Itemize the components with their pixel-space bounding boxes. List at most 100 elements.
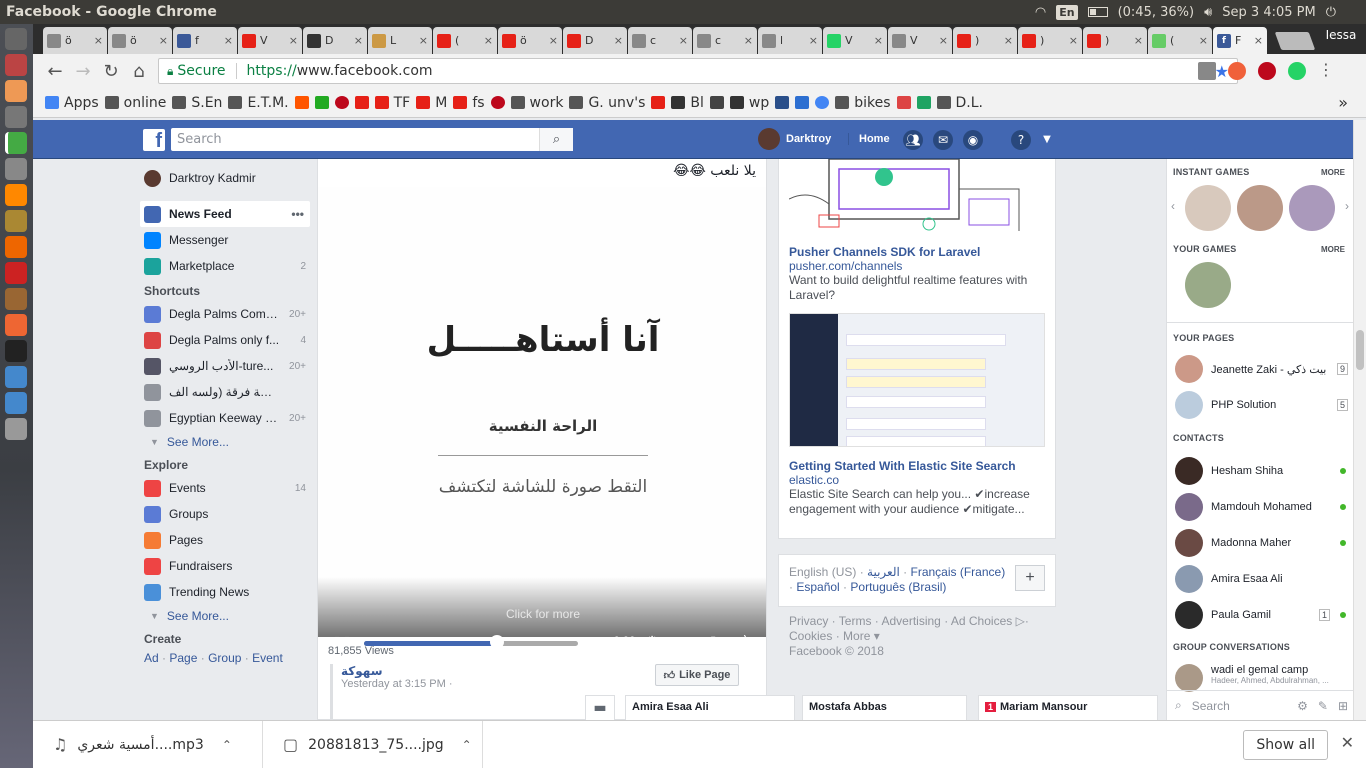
bookmark-folder[interactable]: S.En bbox=[172, 95, 222, 111]
create-link[interactable]: Ad bbox=[144, 651, 159, 665]
bookmark-folder[interactable]: D.L. bbox=[936, 95, 983, 111]
profile-link[interactable]: Darktroy Kadmir bbox=[140, 165, 310, 191]
pip-icon[interactable]: ▣ bbox=[674, 634, 690, 650]
vlc-icon[interactable] bbox=[5, 184, 27, 206]
input-language[interactable]: En bbox=[1056, 4, 1078, 20]
ad-item[interactable]: Pusher Channels SDK for Laravel pusher.c… bbox=[789, 245, 1045, 303]
close-tab-icon[interactable]: × bbox=[1134, 34, 1143, 47]
contact-item[interactable]: Madonna Maher bbox=[1175, 529, 1350, 557]
progress-handle[interactable] bbox=[489, 635, 504, 649]
page-item[interactable]: PHP Solution 5 bbox=[1175, 391, 1350, 419]
nav-item[interactable]: Marketplace 2 bbox=[140, 253, 310, 279]
battery-icon[interactable] bbox=[1087, 7, 1108, 17]
chat-tab[interactable]: Amira Esaa Ali bbox=[625, 695, 795, 720]
page-item[interactable]: Jeanette Zaki - بيت ذكي 9 bbox=[1175, 355, 1350, 383]
see-more-shortcuts[interactable]: ▼ See More... bbox=[140, 431, 310, 453]
footer-link[interactable]: Terms bbox=[839, 614, 872, 628]
launcher-app-icon[interactable] bbox=[5, 236, 27, 258]
bookmark-folder[interactable]: E.T.M. bbox=[228, 95, 289, 111]
nav-item[interactable]: Pages bbox=[140, 527, 310, 553]
ad-image[interactable] bbox=[789, 159, 1045, 235]
browser-tab[interactable]: (× bbox=[1148, 27, 1212, 54]
wifi-icon[interactable]: ◠ bbox=[1035, 5, 1046, 20]
close-tab-icon[interactable]: × bbox=[484, 34, 493, 47]
page-scrollbar[interactable] bbox=[1353, 120, 1366, 720]
chrome-icon[interactable] bbox=[5, 132, 27, 154]
friend-requests-icon[interactable]: 👥︎ bbox=[903, 130, 923, 150]
settings-gear-icon[interactable]: ⚙ bbox=[1297, 699, 1308, 713]
fullscreen-icon[interactable]: ⤢ bbox=[702, 634, 718, 650]
forward-button[interactable]: → bbox=[69, 57, 97, 85]
clock[interactable]: Sep 3 4:05 PM bbox=[1222, 5, 1315, 20]
browser-tab[interactable]: ) × bbox=[953, 27, 1017, 54]
browser-tab[interactable]: D × bbox=[563, 27, 627, 54]
chat-tab[interactable]: Mostafa Abbas bbox=[802, 695, 967, 720]
chat-bubble-icon[interactable]: ▬ bbox=[585, 695, 615, 720]
launcher-app-icon[interactable] bbox=[5, 106, 27, 128]
close-tab-icon[interactable]: × bbox=[159, 34, 168, 47]
close-tab-icon[interactable]: × bbox=[419, 34, 428, 47]
launcher-app-icon[interactable] bbox=[5, 366, 27, 388]
bookmark-yt[interactable]: M bbox=[416, 95, 447, 111]
language-link[interactable]: Français (France) bbox=[911, 565, 1006, 579]
whatsapp-icon[interactable] bbox=[1288, 62, 1306, 80]
bookmark-soundcloud[interactable] bbox=[294, 96, 309, 109]
browser-tab[interactable]: V × bbox=[823, 27, 887, 54]
launcher-app-icon[interactable] bbox=[5, 158, 27, 180]
new-tab-button[interactable] bbox=[1274, 32, 1316, 50]
your-games-more[interactable]: MORE bbox=[1321, 245, 1345, 254]
close-tab-icon[interactable]: × bbox=[1199, 34, 1208, 47]
bookmark-dl[interactable] bbox=[709, 96, 724, 109]
bookmark-yt[interactable]: fs bbox=[453, 95, 485, 111]
browser-tab[interactable]: ö × bbox=[108, 27, 172, 54]
launcher-app-icon[interactable] bbox=[5, 314, 27, 336]
bookmark-cloud[interactable] bbox=[795, 96, 810, 109]
nav-item[interactable]: Degla Palms only f... 4 bbox=[140, 327, 310, 353]
fb-profile-link[interactable]: Darktroy bbox=[758, 128, 831, 150]
video-progress-bar[interactable] bbox=[364, 641, 578, 646]
settings-gear-icon[interactable]: ⚙ bbox=[644, 634, 660, 650]
bookmark-folder[interactable]: bikes bbox=[835, 95, 891, 111]
power-icon[interactable]: ⏻ bbox=[1326, 5, 1336, 20]
game-avatar[interactable] bbox=[1185, 185, 1231, 231]
launcher-app-icon[interactable] bbox=[5, 80, 27, 102]
extension-icon[interactable] bbox=[1228, 62, 1246, 80]
contact-item[interactable]: Hesham Shiha bbox=[1175, 457, 1350, 485]
group-icon[interactable]: ⊞ bbox=[1338, 699, 1348, 713]
close-tab-icon[interactable]: × bbox=[939, 34, 948, 47]
chat-search-input[interactable]: Search bbox=[1192, 699, 1230, 713]
ad-image[interactable] bbox=[789, 313, 1045, 447]
language-link[interactable]: Español bbox=[796, 580, 839, 594]
nav-item[interactable]: Egyptian Keeway S... 20+ bbox=[140, 405, 310, 431]
profile-button[interactable]: Iessa bbox=[1316, 24, 1366, 46]
bookmark-gmail[interactable] bbox=[896, 96, 911, 109]
browser-tab[interactable]: V × bbox=[238, 27, 302, 54]
game-avatar[interactable] bbox=[1185, 262, 1231, 308]
browser-tab[interactable]: L × bbox=[368, 27, 432, 54]
language-link[interactable]: Português (Brasil) bbox=[850, 580, 946, 594]
close-tab-icon[interactable]: × bbox=[874, 34, 883, 47]
video-player[interactable]: آنا أستاهـــــل الراحة النفسية التقط صور… bbox=[318, 187, 766, 650]
bookmark-yt[interactable] bbox=[651, 96, 666, 109]
close-tab-icon[interactable]: × bbox=[1004, 34, 1013, 47]
launcher-app-icon[interactable] bbox=[5, 418, 27, 440]
show-all-button[interactable]: Show all bbox=[1243, 730, 1328, 760]
footer-link[interactable]: Ad Choices bbox=[951, 614, 1012, 628]
game-avatar[interactable] bbox=[1237, 185, 1283, 231]
bookmark-folder[interactable]: G. unv's bbox=[569, 95, 645, 111]
chevron-up-icon[interactable]: ⌃ bbox=[222, 738, 232, 752]
close-tab-icon[interactable]: × bbox=[1254, 34, 1263, 47]
extension-icon[interactable] bbox=[1198, 62, 1216, 80]
nav-item[interactable]: ورشة فرقة (ولسه الف . bbox=[140, 379, 310, 405]
facebook-logo-icon[interactable]: f bbox=[143, 129, 165, 151]
nav-item[interactable]: Messenger bbox=[140, 227, 310, 253]
browser-tab[interactable]: f × bbox=[173, 27, 237, 54]
nav-item[interactable]: Events 14 bbox=[140, 475, 310, 501]
ad-item[interactable]: Getting Started With Elastic Site Search… bbox=[789, 459, 1045, 517]
home-link[interactable]: Home bbox=[848, 133, 890, 145]
close-tab-icon[interactable]: × bbox=[289, 34, 298, 47]
nav-item[interactable]: Trending News bbox=[140, 579, 310, 605]
ad-url[interactable]: pusher.com/channels bbox=[789, 259, 1045, 273]
nav-item[interactable]: Groups bbox=[140, 501, 310, 527]
chevron-right-icon[interactable]: › bbox=[1345, 199, 1349, 213]
